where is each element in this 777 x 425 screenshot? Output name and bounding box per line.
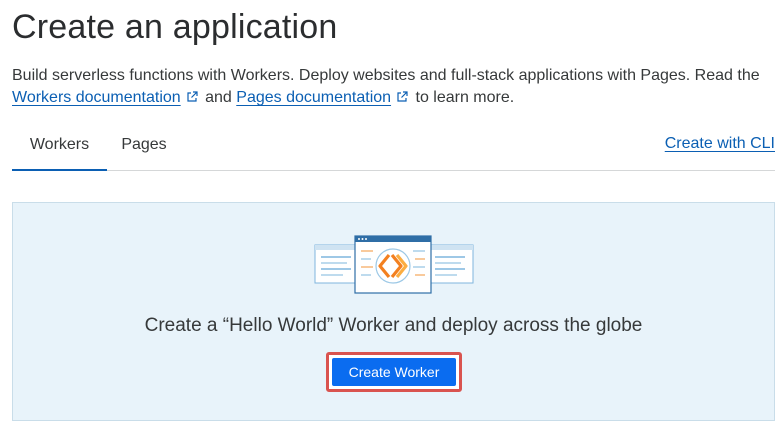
page-description: Build serverless functions with Workers.… [12,65,772,110]
description-text-after: to learn more. [411,89,515,106]
create-application-page: Create an application Build serverless f… [0,0,777,425]
create-with-cli-link[interactable]: Create with CLI [665,126,775,162]
pages-documentation-link[interactable]: Pages documentation [236,89,391,106]
external-link-icon[interactable] [186,88,198,110]
external-link-icon[interactable] [396,88,408,110]
create-worker-highlight: Create Worker [326,352,462,392]
application-type-tabs: Workers Pages Create with CLI [12,126,775,171]
workers-documentation-link[interactable]: Workers documentation [12,89,181,106]
description-text-middle: and [200,89,237,106]
workers-illustration [314,235,474,294]
hello-world-panel: Create a “Hello World” Worker and deploy… [12,202,775,421]
tab-pages[interactable]: Pages [120,126,168,170]
tab-workers[interactable]: Workers [12,126,107,171]
create-worker-button[interactable]: Create Worker [332,358,456,386]
description-text-before: Build serverless functions with Workers.… [12,67,760,84]
hello-world-cta-text: Create a “Hello World” Worker and deploy… [144,315,643,336]
page-title: Create an application [12,8,338,46]
